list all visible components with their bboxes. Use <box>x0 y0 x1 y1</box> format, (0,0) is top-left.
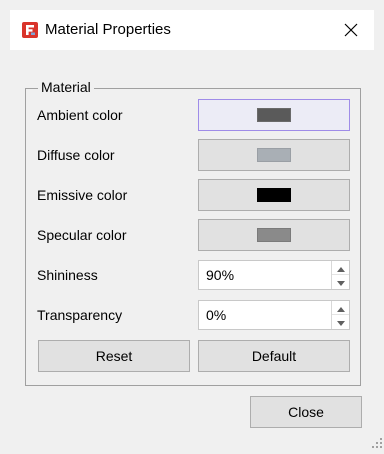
emissive-color-label: Emissive color <box>37 187 128 203</box>
arrow-down-icon <box>336 273 345 291</box>
transparency-spin-buttons <box>331 301 349 329</box>
title-bar: Material Properties <box>10 10 374 50</box>
shininess-spinbox[interactable]: 90% <box>198 260 350 290</box>
dialog-body: Material Ambient color Diffuse color Emi… <box>10 50 374 440</box>
shininess-value[interactable]: 90% <box>206 267 234 283</box>
shininess-spin-buttons <box>331 261 349 289</box>
freecad-logo-icon <box>22 22 38 38</box>
emissive-color-swatch <box>257 188 291 202</box>
default-button[interactable]: Default <box>198 340 350 372</box>
transparency-spinbox[interactable]: 0% <box>198 300 350 330</box>
specular-color-button[interactable] <box>198 219 350 251</box>
ambient-color-label: Ambient color <box>37 107 123 123</box>
specular-color-swatch <box>257 228 291 242</box>
resize-grip-icon[interactable] <box>371 436 383 448</box>
shininess-label: Shininess <box>37 267 98 283</box>
diffuse-color-label: Diffuse color <box>37 147 115 163</box>
specular-color-label: Specular color <box>37 227 127 243</box>
arrow-down-icon <box>336 313 345 331</box>
transparency-label: Transparency <box>37 307 123 323</box>
transparency-value[interactable]: 0% <box>206 307 226 323</box>
material-group-title: Material <box>38 79 94 95</box>
shininess-decrement-button[interactable] <box>332 275 349 289</box>
material-properties-dialog: Material Properties Material Ambient col… <box>0 0 384 449</box>
ambient-color-button[interactable] <box>198 99 350 131</box>
diffuse-color-button[interactable] <box>198 139 350 171</box>
transparency-decrement-button[interactable] <box>332 315 349 329</box>
close-button[interactable]: Close <box>250 396 362 428</box>
reset-button[interactable]: Reset <box>38 340 190 372</box>
ambient-color-swatch <box>257 108 291 122</box>
diffuse-color-swatch <box>257 148 291 162</box>
emissive-color-button[interactable] <box>198 179 350 211</box>
close-icon <box>344 23 358 37</box>
window-title: Material Properties <box>45 21 171 38</box>
close-window-button[interactable] <box>328 10 374 50</box>
